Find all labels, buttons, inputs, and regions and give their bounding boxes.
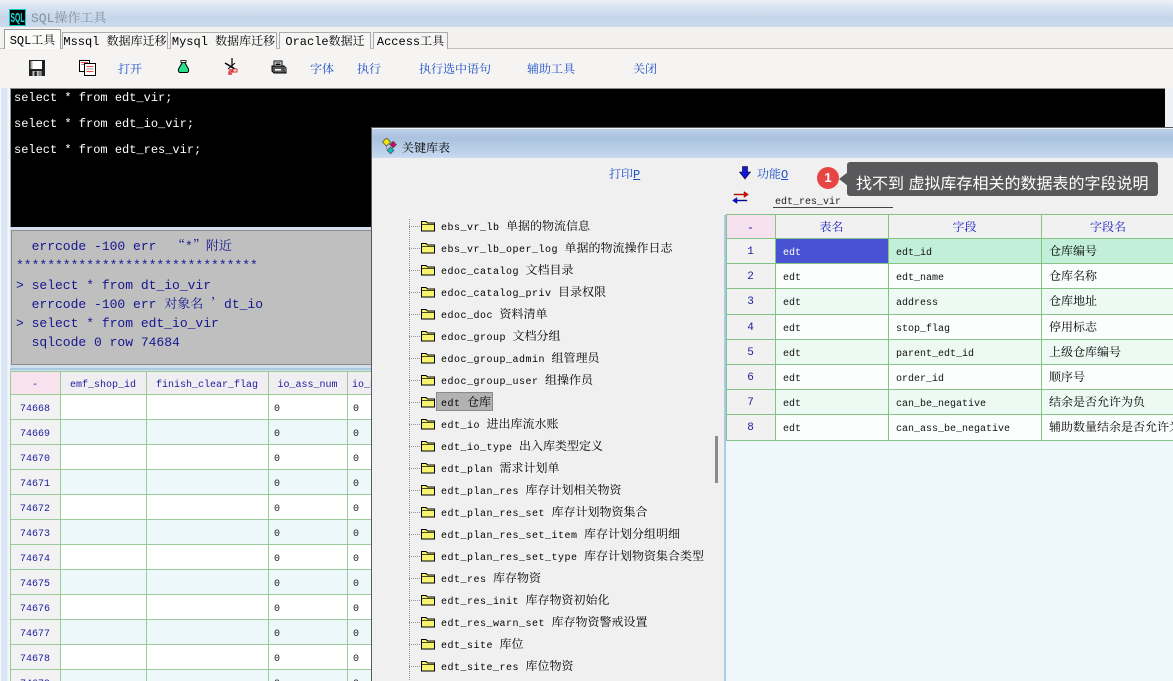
svg-text:SQL: SQL <box>11 11 25 25</box>
